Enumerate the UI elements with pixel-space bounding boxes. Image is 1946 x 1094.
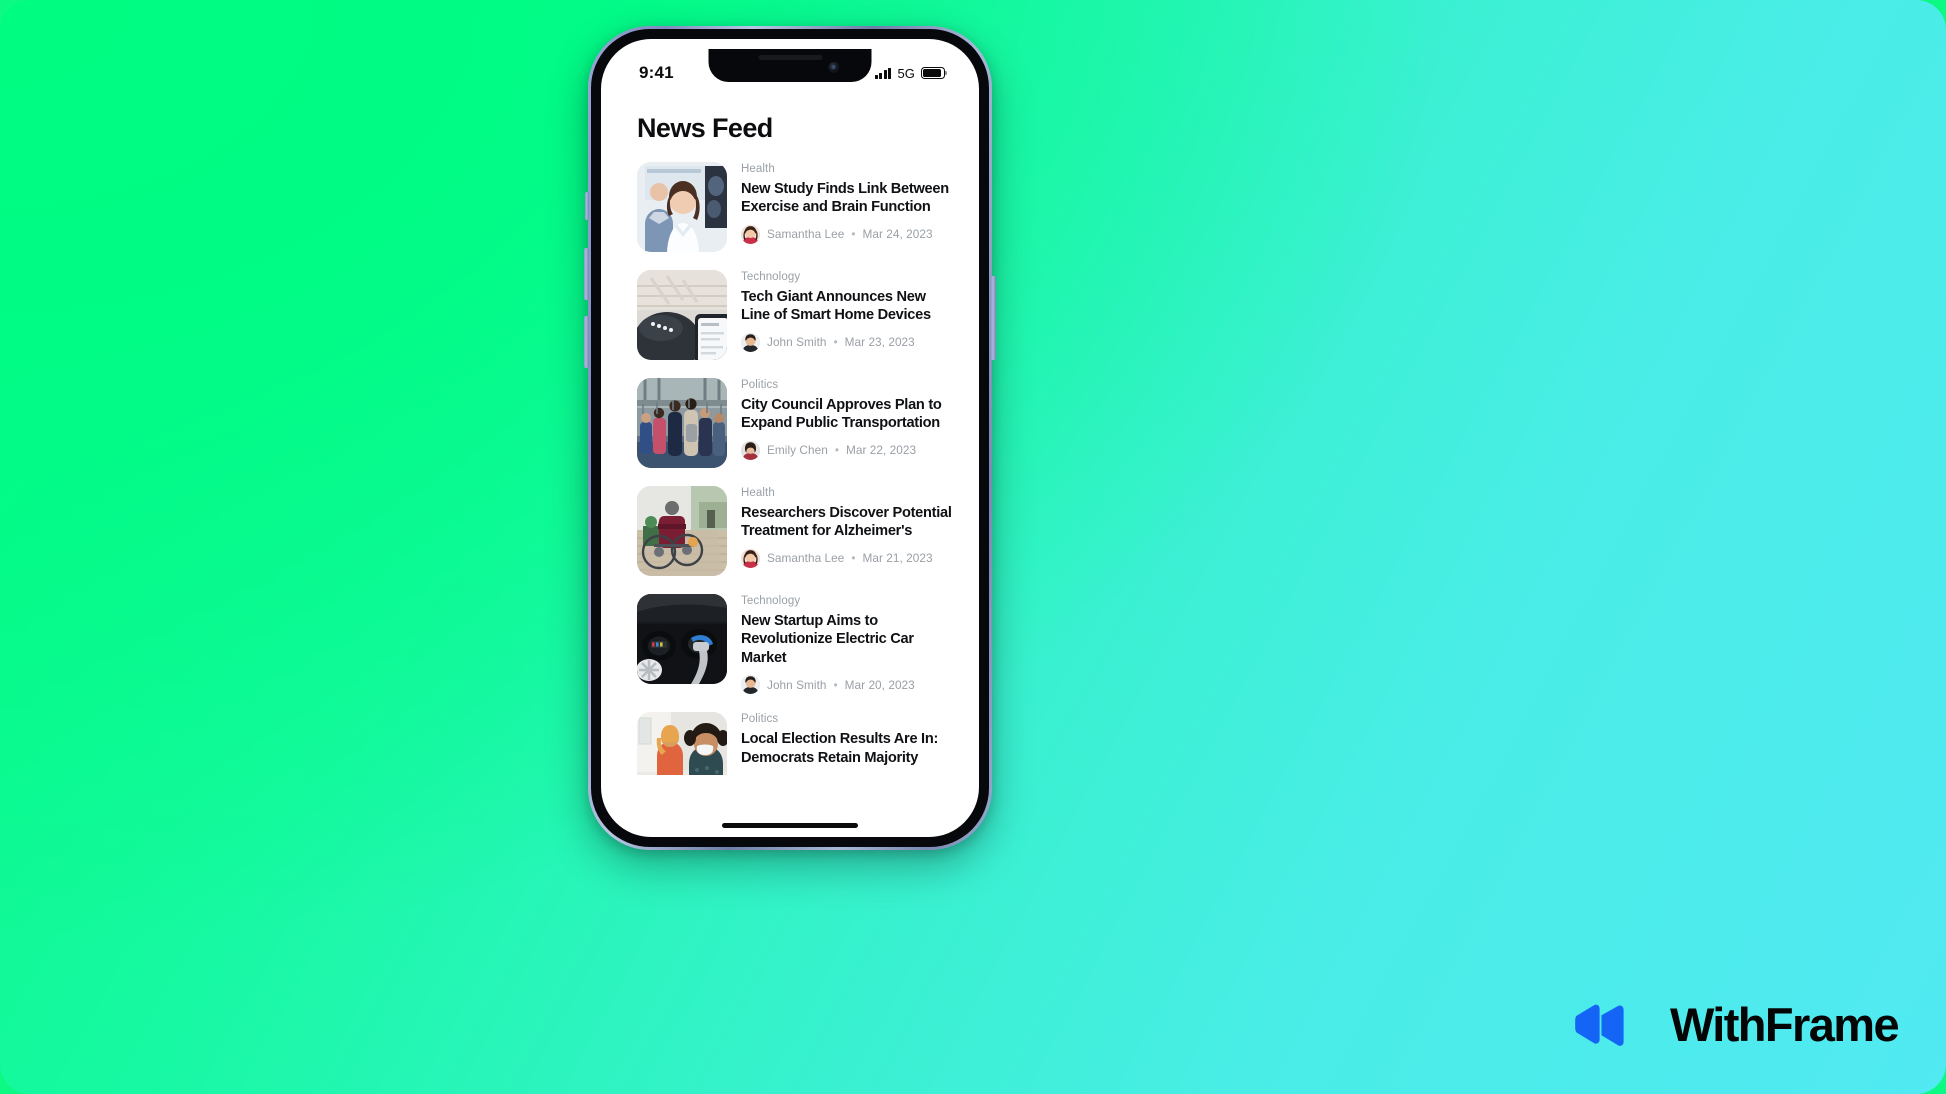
list-item[interactable]: Health New Study Finds Link Between Exer… — [637, 154, 957, 262]
meta-separator: • — [833, 335, 838, 350]
power-button[interactable] — [991, 276, 996, 360]
article-thumbnail[interactable] — [637, 162, 727, 252]
article-title[interactable]: Local Election Results Are In: Democrats… — [741, 730, 957, 767]
phone-body: 9:41 5G News Feed Health New Study Finds… — [591, 29, 989, 847]
article-date: Mar 23, 2023 — [844, 335, 915, 350]
article-content: Technology Tech Giant Announces New Line… — [741, 270, 957, 360]
meta-separator: • — [834, 443, 839, 458]
page-title: News Feed — [637, 113, 773, 143]
volume-up-button[interactable] — [584, 248, 589, 300]
silent-switch[interactable] — [585, 192, 589, 220]
article-title[interactable]: New Study Finds Link Between Exercise an… — [741, 180, 957, 217]
article-title[interactable]: Researchers Discover Potential Treatment… — [741, 504, 957, 541]
article-content: Health New Study Finds Link Between Exer… — [741, 162, 957, 252]
article-meta: John Smith • Mar 20, 2023 — [741, 675, 957, 695]
article-content: Politics City Council Approves Plan to E… — [741, 378, 957, 468]
article-title[interactable]: New Startup Aims to Revolutionize Electr… — [741, 612, 957, 667]
list-item[interactable]: Politics Local Election Results Are In: … — [637, 704, 957, 775]
volume-down-button[interactable] — [584, 316, 589, 368]
battery-full-icon — [921, 67, 948, 79]
article-category: Politics — [741, 713, 779, 726]
article-title[interactable]: Tech Giant Announces New Line of Smart H… — [741, 288, 957, 325]
article-date: Mar 24, 2023 — [862, 227, 933, 242]
home-indicator[interactable] — [722, 823, 858, 828]
article-category: Technology — [741, 271, 801, 283]
meta-separator: • — [851, 551, 856, 566]
article-content: Technology New Startup Aims to Revolutio… — [741, 594, 957, 695]
list-item[interactable]: Politics City Council Approves Plan to E… — [637, 370, 957, 478]
article-category: Technology — [741, 595, 801, 607]
withframe-mark-icon — [1575, 1004, 1624, 1046]
cellular-bars-icon — [874, 67, 892, 79]
article-author: Samantha Lee — [767, 227, 845, 242]
article-category: Health — [741, 487, 775, 499]
network-type-label: 5G — [897, 65, 915, 81]
avatar — [741, 224, 760, 244]
article-category: Politics — [741, 379, 779, 391]
front-camera-icon — [828, 62, 840, 73]
article-meta: John Smith • Mar 23, 2023 — [741, 332, 957, 352]
phone-screen: 9:41 5G News Feed Health New Study Finds… — [601, 39, 979, 837]
news-feed-screen: News Feed Health New Study Finds Link Be… — [601, 39, 979, 837]
article-list[interactable]: Health New Study Finds Link Between Exer… — [601, 154, 979, 775]
earpiece-speaker-icon — [758, 55, 822, 60]
article-meta: Samantha Lee • Mar 24, 2023 — [741, 224, 957, 244]
withframe-logo: WithFrame — [1574, 997, 1900, 1052]
article-author: Emily Chen — [767, 443, 828, 458]
article-category: Health — [741, 163, 775, 175]
article-thumbnail[interactable] — [637, 594, 727, 684]
avatar — [741, 440, 760, 460]
list-item[interactable]: Technology Tech Giant Announces New Line… — [637, 262, 957, 370]
phone-mockup: 9:41 5G News Feed Health New Study Finds… — [584, 26, 996, 850]
article-author: John Smith — [767, 335, 827, 350]
article-date: Mar 21, 2023 — [862, 551, 933, 566]
article-title[interactable]: City Council Approves Plan to Expand Pub… — [741, 396, 957, 433]
status-bar-indicators: 5G — [874, 65, 948, 81]
article-thumbnail[interactable] — [637, 486, 727, 576]
avatar — [741, 548, 760, 568]
article-thumbnail[interactable] — [637, 270, 727, 360]
article-thumbnail[interactable] — [637, 378, 727, 468]
avatar — [741, 675, 760, 695]
list-item[interactable]: Health Researchers Discover Potential Tr… — [637, 478, 957, 586]
article-content: Politics Local Election Results Are In: … — [741, 712, 957, 775]
article-date: Mar 22, 2023 — [845, 443, 917, 458]
list-item[interactable]: Technology New Startup Aims to Revolutio… — [637, 586, 957, 704]
avatar — [741, 332, 760, 352]
article-meta: Emily Chen • Mar 22, 2023 — [741, 440, 957, 460]
article-meta: Samantha Lee • Mar 21, 2023 — [741, 548, 957, 568]
article-author: Samantha Lee — [767, 551, 845, 566]
meta-separator: • — [851, 227, 856, 242]
article-author: John Smith — [767, 677, 827, 692]
article-thumbnail[interactable] — [637, 712, 727, 775]
withframe-wordmark: WithFrame — [1669, 998, 1900, 1051]
article-date: Mar 20, 2023 — [844, 677, 915, 692]
notch — [708, 49, 872, 82]
meta-separator: • — [833, 677, 838, 692]
article-content: Health Researchers Discover Potential Tr… — [741, 486, 957, 576]
status-bar-time: 9:41 — [639, 63, 674, 82]
